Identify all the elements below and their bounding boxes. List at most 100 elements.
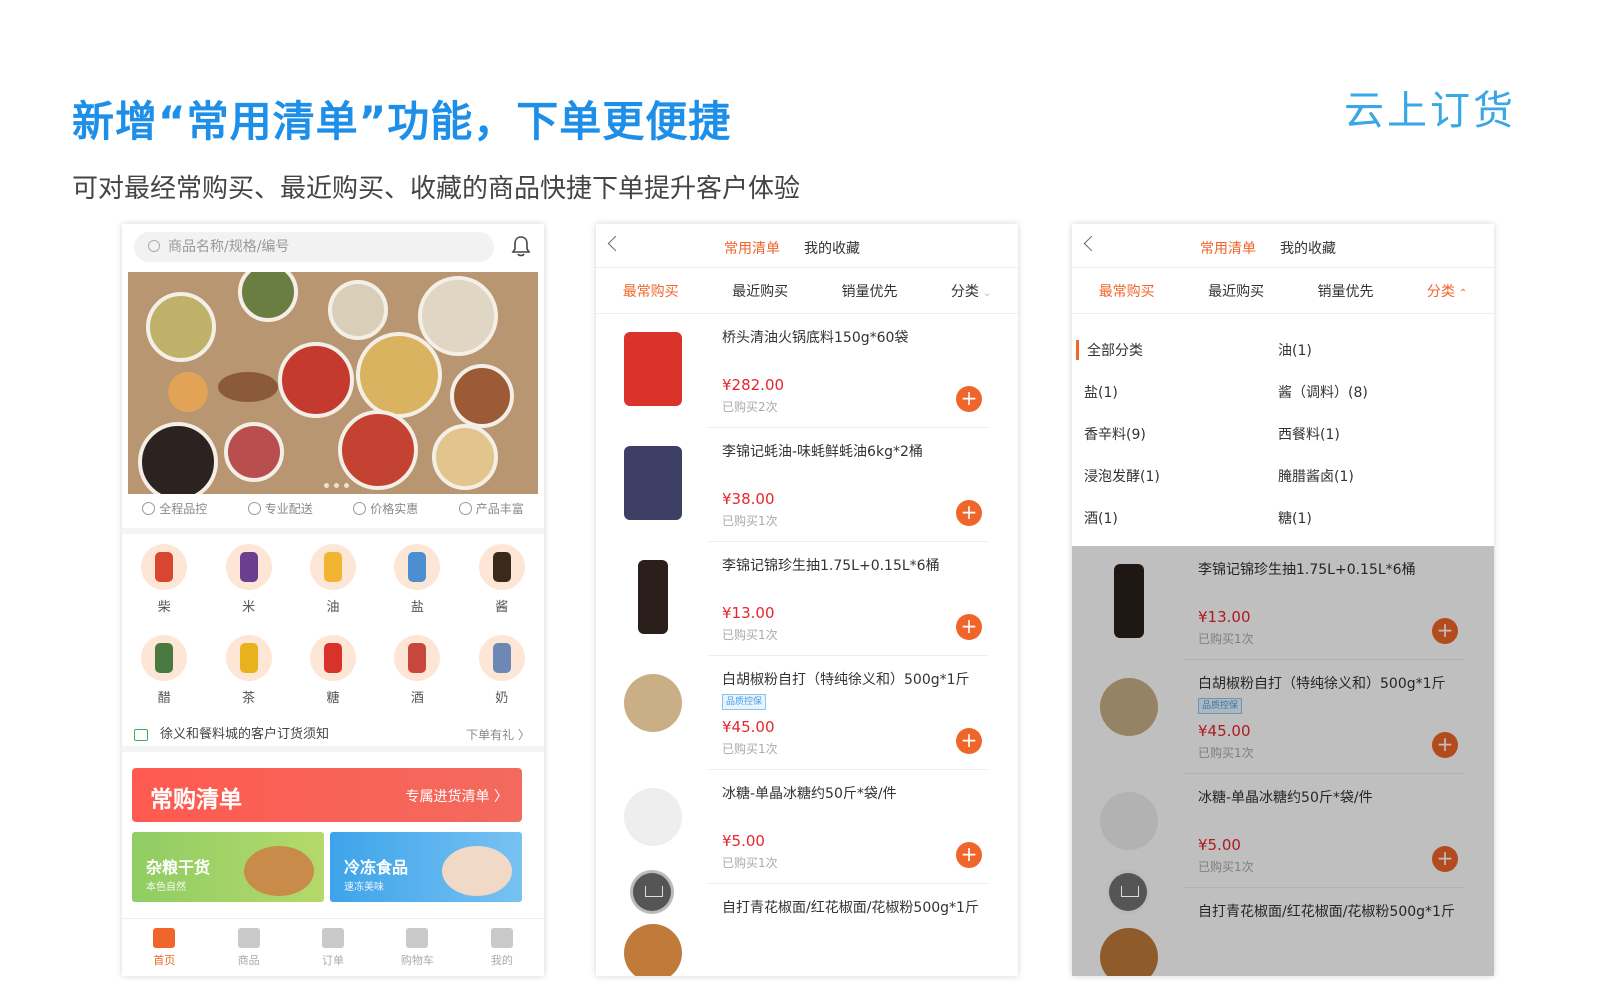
tab-label: 订单	[322, 953, 345, 967]
filter-option[interactable]: 盐(1)	[1084, 382, 1118, 402]
tile-frozen[interactable]: 冷冻食品 速冻美味	[330, 832, 522, 902]
category-item[interactable]: 醋	[122, 625, 206, 716]
list-item[interactable]: 冰糖-单晶冰糖约50斤*袋/件 ¥5.00 已购买1次 +	[624, 770, 988, 884]
floating-cart-button[interactable]	[630, 870, 674, 914]
purchase-count: 已购买1次	[722, 514, 778, 528]
feature-quality: 全程品控	[142, 500, 207, 517]
promo-link: 专属进货清单 〉	[405, 789, 508, 805]
sort-sales[interactable]: 销量优先	[1317, 281, 1373, 301]
category-icon	[141, 544, 188, 590]
product-price: ¥13.00	[722, 604, 775, 622]
product-image	[624, 332, 682, 406]
back-icon[interactable]	[607, 235, 624, 252]
category-icon	[141, 635, 188, 681]
tile-dry-goods[interactable]: 杂粮干货 本色自然	[132, 832, 324, 902]
tab-label: 我的	[490, 953, 513, 967]
filter-option[interactable]: 西餐料(1)	[1278, 424, 1340, 444]
floating-cart-button[interactable]	[1106, 870, 1150, 914]
tile-sub: 本色自然	[146, 882, 186, 893]
product-image	[624, 788, 682, 846]
category-item[interactable]: 奶	[460, 625, 544, 716]
filter-option[interactable]: 糖(1)	[1278, 508, 1312, 528]
purchase-count: 已购买1次	[722, 856, 778, 870]
feature-variety: 产品丰富	[459, 500, 524, 517]
category-icon	[309, 544, 356, 590]
phone-frequent-list: 常用清单 我的收藏 最常购买 最近购买 销量优先 分类 桥头清油火锅底料150g…	[596, 224, 1018, 976]
category-item[interactable]: 酱	[460, 534, 544, 625]
add-to-cart-button[interactable]: +	[956, 614, 982, 640]
speaker-icon	[134, 729, 148, 741]
category-item[interactable]: 盐	[375, 534, 459, 625]
category-label: 酱	[495, 600, 509, 615]
list-item[interactable]: 白胡椒粉自打（特纯徐义和）500g*1斤 品质控保 ¥45.00 已购买1次 +	[624, 656, 988, 770]
feature-delivery: 专业配送	[248, 500, 313, 517]
product-name: 李锦记蚝油-味蚝鲜蚝油6kg*2桶	[722, 444, 923, 460]
tab-frequent-list[interactable]: 常用清单	[724, 238, 780, 258]
list-item[interactable]: 李锦记蚝油-味蚝鲜蚝油6kg*2桶 ¥38.00 已购买1次 +	[624, 428, 988, 542]
sort-most-bought[interactable]: 最常购买	[1099, 281, 1155, 301]
sort-category[interactable]: 分类	[1427, 281, 1467, 301]
category-item[interactable]: 柴	[122, 534, 206, 625]
filter-all[interactable]: 全部分类	[1076, 340, 1143, 360]
product-price: ¥5.00	[722, 832, 765, 850]
user-icon	[490, 927, 513, 948]
purchase-count: 已购买1次	[722, 628, 778, 642]
add-to-cart-button[interactable]: +	[956, 386, 982, 412]
category-icon	[225, 544, 272, 590]
filter-option[interactable]: 香辛料(9)	[1084, 424, 1146, 444]
add-to-cart-button[interactable]: +	[956, 842, 982, 868]
tile-sub: 速冻美味	[344, 882, 384, 893]
category-item[interactable]: 油	[291, 534, 375, 625]
category-item[interactable]: 茶	[206, 625, 290, 716]
filter-option[interactable]: 浸泡发酵(1)	[1084, 466, 1160, 486]
filter-option[interactable]: 腌腊酱卤(1)	[1278, 466, 1354, 486]
gift-link[interactable]: 下单有礼 〉	[466, 718, 530, 752]
tab-frequent-list[interactable]: 常用清单	[1200, 238, 1256, 258]
filter-option[interactable]: 油(1)	[1278, 340, 1312, 360]
filter-option[interactable]: 酒(1)	[1084, 508, 1118, 528]
tab-home[interactable]: 首页	[122, 919, 206, 976]
tab-favorites[interactable]: 我的收藏	[804, 238, 860, 258]
product-name: 白胡椒粉自打（特纯徐义和）500g*1斤	[722, 672, 970, 688]
category-label: 醋	[157, 691, 171, 706]
top-nav: 常用清单 我的收藏	[1072, 224, 1494, 268]
category-grid: 柴 米 油 盐 酱 醋 茶 糖 酒 奶	[122, 528, 544, 716]
subline: 可对最经常购买、最近购买、收藏的商品快捷下单提升客户体验	[72, 174, 801, 204]
sort-sales[interactable]: 销量优先	[841, 281, 897, 301]
list-icon	[322, 927, 345, 948]
category-item[interactable]: 酒	[375, 625, 459, 716]
frequent-list-banner[interactable]: 常购清单 专属进货清单 〉	[132, 768, 522, 822]
sort-category[interactable]: 分类	[951, 281, 991, 301]
tab-me[interactable]: 我的	[460, 919, 544, 976]
list-item[interactable]: 李锦记锦珍生抽1.75L+0.15L*6桶 ¥13.00 已购买1次 +	[638, 542, 988, 656]
filter-option[interactable]: 酱（调料）(8)	[1278, 382, 1368, 402]
list-item[interactable]: 桥头清油火锅底料150g*60袋 ¥282.00 已购买2次 +	[624, 314, 988, 428]
category-item[interactable]: 米	[206, 534, 290, 625]
list-item[interactable]: 自打青花椒面/红花椒面/花椒粉500g*1斤	[624, 884, 988, 976]
sort-recent[interactable]: 最近购买	[732, 281, 788, 301]
brand-logo: 云上订货	[1344, 88, 1516, 134]
tab-cart[interactable]: 购物车	[375, 919, 459, 976]
back-icon[interactable]	[1083, 235, 1100, 252]
hero-banner[interactable]	[128, 272, 538, 494]
tab-orders[interactable]: 订单	[291, 919, 375, 976]
product-image	[624, 446, 682, 520]
search-input[interactable]: 商品名称/规格/编号	[134, 232, 494, 262]
tab-favorites[interactable]: 我的收藏	[1280, 238, 1336, 258]
bell-icon[interactable]	[510, 234, 532, 258]
product-price: ¥38.00	[722, 490, 775, 508]
add-to-cart-button[interactable]: +	[956, 728, 982, 754]
feature-badges: 全程品控 专业配送 价格实惠 产品丰富	[122, 500, 544, 517]
home-icon	[153, 927, 176, 948]
product-image	[638, 560, 668, 634]
notice-bar[interactable]: 徐义和餐料城的客户订货须知 下单有礼 〉	[122, 718, 544, 752]
sort-most-bought[interactable]: 最常购买	[623, 281, 679, 301]
tile-title: 冷冻食品	[344, 858, 409, 877]
add-to-cart-button[interactable]: +	[956, 500, 982, 526]
category-item[interactable]: 糖	[291, 625, 375, 716]
sort-recent[interactable]: 最近购买	[1208, 281, 1264, 301]
category-label: 油	[326, 600, 340, 615]
tab-products[interactable]: 商品	[206, 919, 290, 976]
search-placeholder: 商品名称/规格/编号	[168, 239, 290, 255]
product-image	[624, 674, 682, 732]
